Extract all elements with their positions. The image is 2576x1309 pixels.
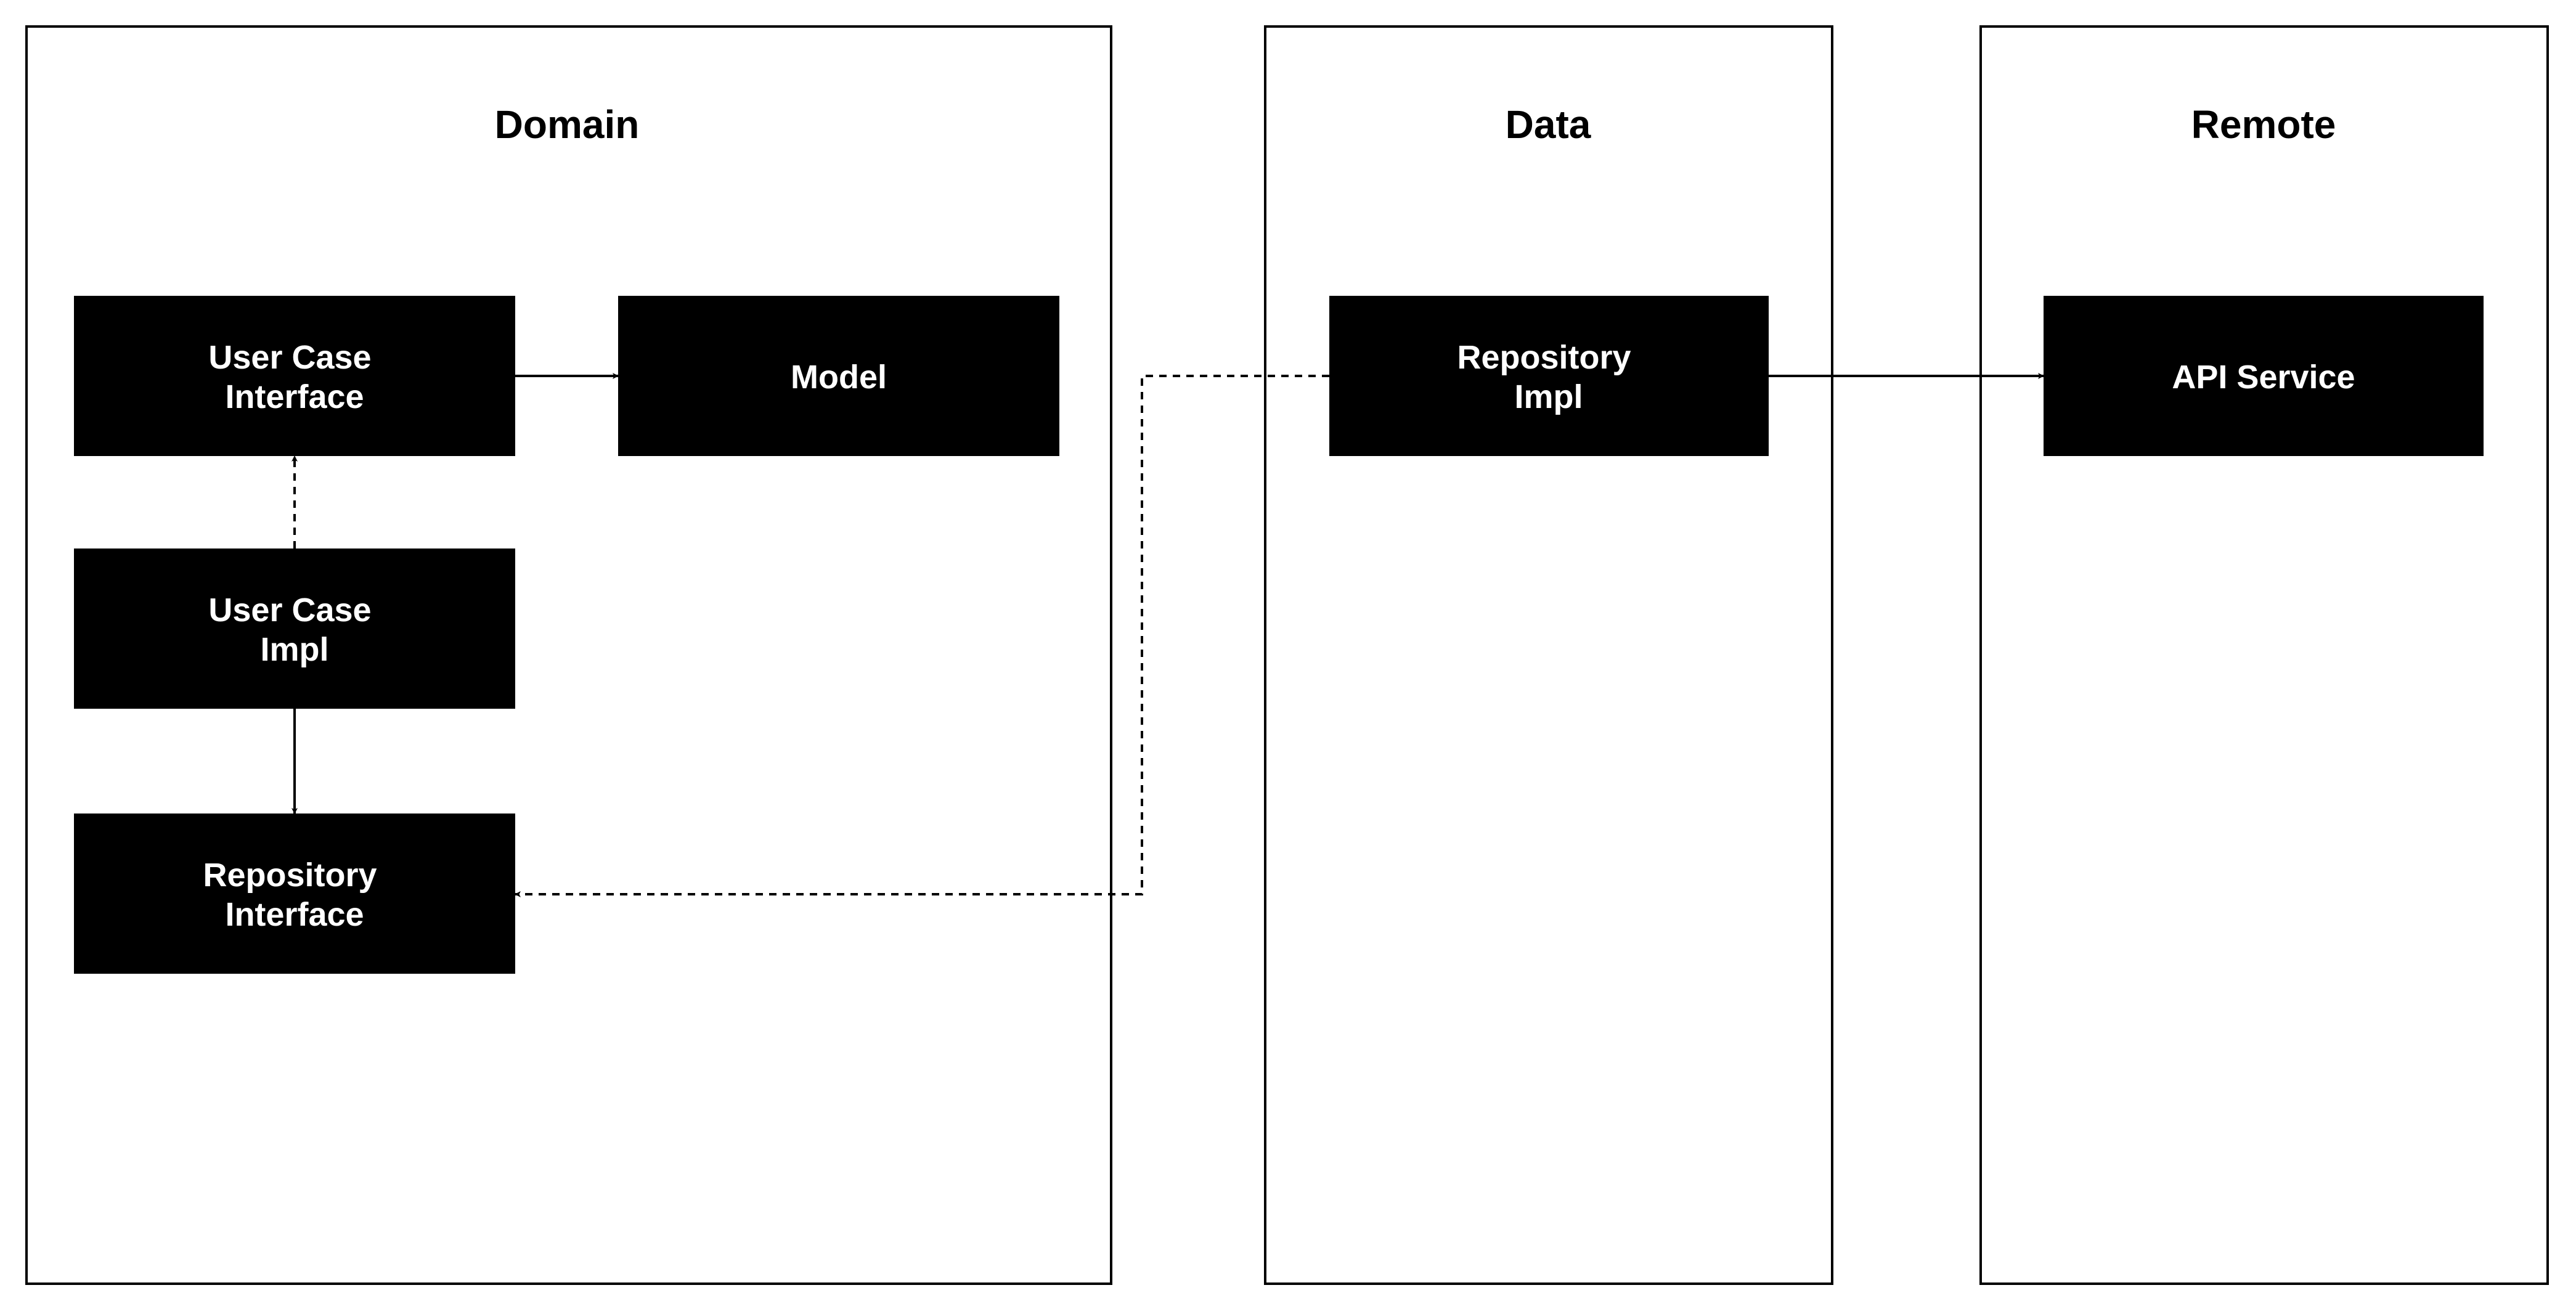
node-model-label: Model (791, 359, 887, 396)
node-use-case-impl[interactable]: User Case Impl (74, 548, 515, 709)
diagram-canvas: Domain Data Remote User Case Interface M… (0, 0, 2576, 1309)
container-data: Data (1264, 25, 1833, 1285)
architecture-diagram: Domain Data Remote User Case Interface M… (25, 25, 2549, 1285)
container-remote-title: Remote (2191, 102, 2336, 147)
node-repository-interface[interactable]: Repository Interface (74, 814, 515, 974)
container-domain-title: Domain (495, 102, 640, 147)
node-use-case-interface[interactable]: User Case Interface (74, 296, 515, 456)
node-api-service[interactable]: API Service (2044, 296, 2484, 456)
node-model[interactable]: Model (618, 296, 1059, 456)
node-repository-impl[interactable]: Repository Impl (1329, 296, 1769, 456)
container-remote: Remote (1979, 25, 2549, 1285)
node-api-service-label: API Service (2172, 359, 2355, 396)
container-data-title: Data (1506, 102, 1591, 147)
edges (291, 373, 2044, 897)
